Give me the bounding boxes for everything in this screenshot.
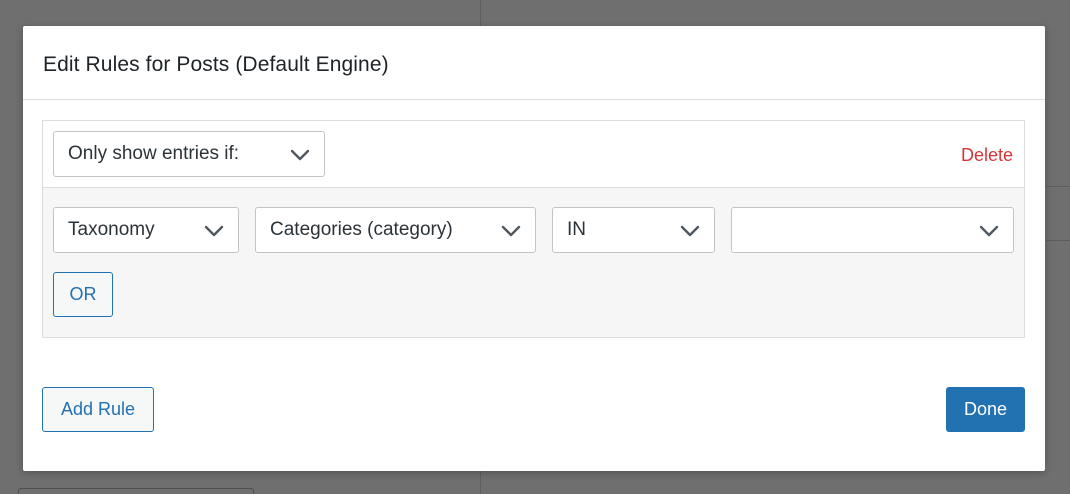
- taxonomy-select[interactable]: Categories (category): [255, 207, 536, 253]
- chevron-down-icon: [204, 221, 224, 241]
- taxonomy-value: Categories (category): [270, 219, 453, 240]
- rule-conditions: Taxonomy Categories (category) IN OR: [43, 188, 1024, 337]
- rule-type-select[interactable]: Taxonomy: [53, 207, 239, 253]
- chevron-down-icon: [290, 145, 310, 165]
- rule-header: Only show entries if: Delete: [43, 121, 1024, 188]
- done-button[interactable]: Done: [946, 387, 1025, 432]
- background-divider: [1046, 186, 1070, 187]
- add-rule-button[interactable]: Add Rule: [42, 387, 154, 432]
- operator-select[interactable]: IN: [552, 207, 715, 253]
- rule-type-value: Taxonomy: [68, 219, 155, 240]
- operator-value: IN: [567, 219, 586, 240]
- modal-title: Edit Rules for Posts (Default Engine): [43, 53, 389, 76]
- condition-select[interactable]: Only show entries if:: [53, 131, 325, 177]
- delete-rule-link[interactable]: Delete: [961, 145, 1013, 166]
- rule-group: Only show entries if: Delete Taxonomy Ca…: [42, 120, 1025, 338]
- or-button[interactable]: OR: [53, 272, 113, 317]
- chevron-down-icon: [501, 221, 521, 241]
- modal-header: Edit Rules for Posts (Default Engine): [23, 26, 1045, 100]
- background-divider: [1046, 240, 1070, 241]
- background-button: [18, 488, 254, 494]
- condition-select-value: Only show entries if:: [68, 143, 240, 164]
- edit-rules-modal: Edit Rules for Posts (Default Engine) On…: [23, 26, 1045, 471]
- chevron-down-icon: [979, 221, 999, 241]
- term-value-select[interactable]: [731, 207, 1014, 253]
- chevron-down-icon: [680, 221, 700, 241]
